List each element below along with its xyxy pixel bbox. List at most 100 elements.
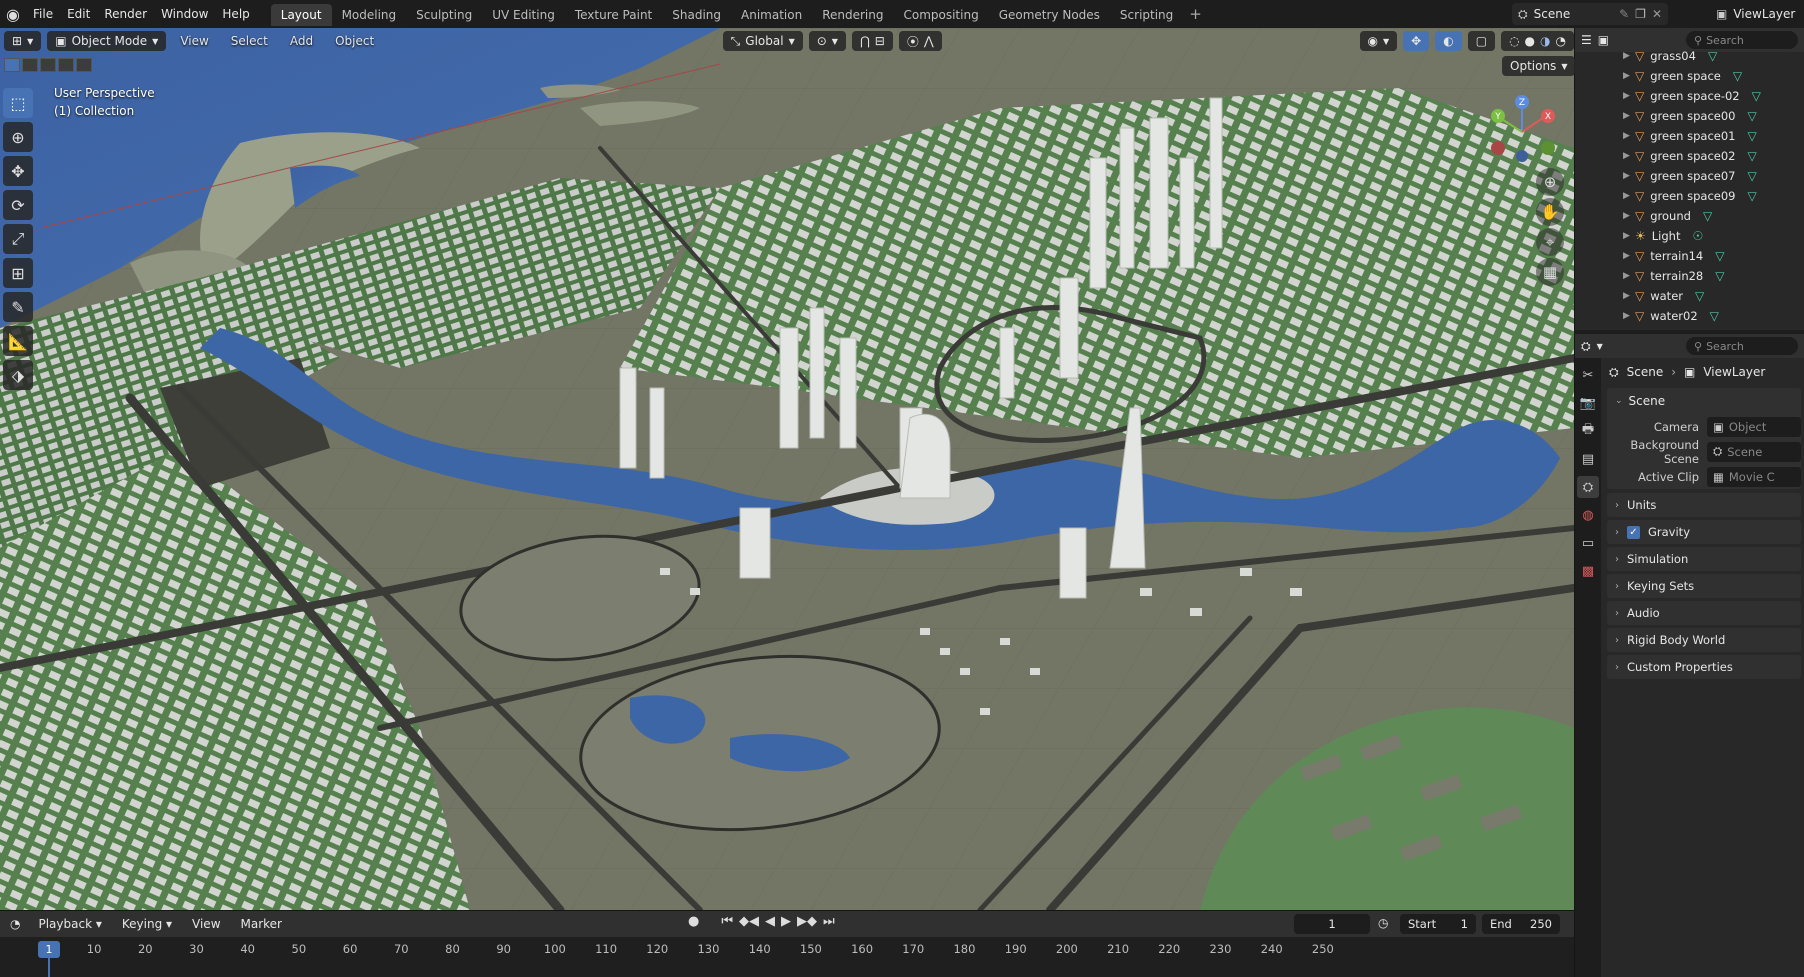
menu-object[interactable]: Object	[327, 34, 382, 48]
pan-hand-icon[interactable]: ✋	[1536, 198, 1564, 226]
mesh-data-icon[interactable]: ▽	[1708, 49, 1717, 63]
outliner-item[interactable]: ▶ ▽ green space02 ▽	[1575, 146, 1804, 166]
outliner-item[interactable]: ▶ ▽ green space00 ▽	[1575, 106, 1804, 126]
jump-keyframe-forward-icon[interactable]: ▶◆	[797, 914, 817, 929]
chevron-right-icon[interactable]: ▶	[1623, 231, 1630, 241]
navigation-gizmo[interactable]: Z X Y	[1482, 92, 1562, 172]
tab-shading[interactable]: Shading	[662, 4, 731, 26]
scene-tab-icon[interactable]: ⛭	[1577, 476, 1599, 498]
active-clip-field[interactable]: ▦ Movie C	[1707, 466, 1801, 487]
tab-uv-editing[interactable]: UV Editing	[482, 4, 565, 26]
neg-z-axis-handle[interactable]	[1516, 150, 1528, 162]
chevron-right-icon[interactable]: ▶	[1623, 311, 1630, 321]
mesh-data-icon[interactable]: ▽	[1695, 289, 1704, 303]
annotate-tool-icon[interactable]: ✎	[3, 292, 33, 322]
rotate-tool-icon[interactable]: ⟳	[3, 190, 33, 220]
mesh-data-icon[interactable]: ▽	[1733, 69, 1742, 83]
playhead-frame-indicator[interactable]: 1	[38, 941, 60, 958]
chevron-right-icon[interactable]: ▶	[1623, 271, 1630, 281]
current-frame-field[interactable]: 1	[1294, 914, 1370, 934]
chevron-right-icon[interactable]: ▶	[1623, 251, 1630, 261]
scene-panel-header[interactable]: ⌄ Scene	[1607, 388, 1801, 414]
outliner-item[interactable]: ▶ ☀ Light ☉	[1575, 226, 1804, 246]
start-frame-field[interactable]: Start 1	[1400, 914, 1476, 934]
menu-edit[interactable]: Edit	[60, 0, 97, 28]
new-scene-icon[interactable]: ❐	[1635, 7, 1646, 21]
add-workspace-button[interactable]: +	[1183, 5, 1208, 23]
tab-layout[interactable]: Layout	[270, 4, 332, 26]
camera-view-icon[interactable]: ⌖	[1536, 228, 1564, 256]
subpanel-rigid-body-world[interactable]: › Rigid Body World	[1607, 628, 1801, 652]
menu-playback[interactable]: Playback ▾	[30, 917, 109, 931]
chevron-right-icon[interactable]: ▶	[1623, 71, 1630, 81]
autokey-record-icon[interactable]: ●	[688, 914, 699, 929]
texture-tab-icon[interactable]: ▩	[1577, 560, 1599, 582]
tab-compositing[interactable]: Compositing	[893, 4, 988, 26]
blender-logo-icon[interactable]: ◉	[0, 0, 26, 28]
background-scene-field[interactable]: ⛭ Scene	[1707, 441, 1801, 462]
world-tab-icon[interactable]: ◍	[1577, 504, 1599, 526]
outliner-item[interactable]: ▶ ▽ green space07 ▽	[1575, 166, 1804, 186]
output-tab-icon[interactable]: 🖶	[1577, 420, 1599, 442]
chevron-right-icon[interactable]: ▶	[1623, 211, 1630, 221]
cursor-tool-icon[interactable]: ⊕	[3, 122, 33, 152]
menu-add[interactable]: Add	[282, 34, 321, 48]
shading-mode-buttons[interactable]: ◌ ● ◑ ◔	[1501, 31, 1574, 51]
xray-toggle[interactable]: ▢	[1467, 31, 1496, 51]
menu-help[interactable]: Help	[215, 0, 256, 28]
transform-orientation-dropdown[interactable]: ⤡ Global ▼	[722, 31, 803, 51]
subpanel-units[interactable]: › Units	[1607, 493, 1801, 517]
editor-type-button[interactable]: ⊞ ▼	[4, 31, 42, 51]
light-data-icon[interactable]: ☉	[1692, 229, 1703, 243]
tool-tab-icon[interactable]: ✂	[1577, 364, 1599, 386]
wireframe-shading-icon[interactable]: ◌	[1509, 34, 1519, 48]
mesh-data-icon[interactable]: ▽	[1715, 269, 1724, 283]
playhead-line[interactable]	[48, 958, 50, 977]
tab-texture-paint[interactable]: Texture Paint	[565, 4, 662, 26]
menu-view[interactable]: View	[184, 917, 228, 931]
chevron-right-icon[interactable]: ▶	[1623, 151, 1630, 161]
zoom-icon[interactable]: ⊕	[1536, 168, 1564, 196]
menu-render[interactable]: Render	[97, 0, 154, 28]
proportional-edit-toggle[interactable]: ⦿ ⋀	[898, 31, 942, 51]
subpanel-simulation[interactable]: › Simulation	[1607, 547, 1801, 571]
properties-search-input[interactable]: ⚲ Search	[1686, 337, 1798, 355]
chevron-right-icon[interactable]: ▶	[1623, 111, 1630, 121]
camera-field[interactable]: ▣ Object	[1707, 416, 1801, 437]
chevron-right-icon[interactable]: ▶	[1623, 131, 1630, 141]
tab-geometry-nodes[interactable]: Geometry Nodes	[989, 4, 1110, 26]
neg-y-axis-handle[interactable]	[1541, 141, 1555, 155]
pin-icon[interactable]: ✎	[1619, 7, 1629, 21]
subpanel-gravity[interactable]: › ✓ Gravity	[1607, 520, 1801, 544]
play-reverse-icon[interactable]: ◀	[765, 914, 775, 929]
select-subtract-icon[interactable]	[40, 58, 56, 72]
end-frame-field[interactable]: End 250	[1482, 914, 1560, 934]
menu-keying[interactable]: Keying ▾	[114, 917, 180, 931]
chevron-right-icon[interactable]: ▶	[1623, 91, 1630, 101]
options-dropdown[interactable]: Options ▼	[1502, 56, 1576, 76]
mesh-data-icon[interactable]: ▽	[1752, 89, 1761, 103]
menu-select[interactable]: Select	[223, 34, 276, 48]
material-shading-icon[interactable]: ◑	[1540, 34, 1550, 48]
mesh-data-icon[interactable]: ▽	[1715, 249, 1724, 263]
jump-keyframe-back-icon[interactable]: ◆◀	[739, 914, 759, 929]
visibility-dropdown[interactable]: ◉ ▼	[1359, 31, 1398, 51]
clock-icon[interactable]: ◷	[1378, 916, 1388, 930]
jump-end-icon[interactable]: ⏭	[823, 914, 835, 929]
mode-dropdown[interactable]: ▣ Object Mode ▼	[47, 31, 167, 51]
chevron-right-icon[interactable]: ▶	[1623, 191, 1630, 201]
subpanel-keying-sets[interactable]: › Keying Sets	[1607, 574, 1801, 598]
menu-window[interactable]: Window	[154, 0, 215, 28]
perspective-grid-icon[interactable]: ▦	[1536, 258, 1564, 286]
mesh-data-icon[interactable]: ▽	[1747, 109, 1756, 123]
mesh-data-icon[interactable]: ▽	[1710, 309, 1719, 323]
overlay-toggle[interactable]: ◐	[1435, 31, 1462, 51]
outliner-item[interactable]: ▶ ▽ grass04 ▽	[1575, 46, 1804, 66]
properties-editor-icon[interactable]: ⛭	[1581, 339, 1591, 354]
scene-selector[interactable]: ⛭ Scene ✎ ❐ ✕	[1512, 3, 1668, 25]
timeline-editor-icon[interactable]: ◔	[4, 917, 26, 931]
outliner-item[interactable]: ▶ ▽ terrain14 ▽	[1575, 246, 1804, 266]
outliner-item[interactable]: ▶ ▽ terrain28 ▽	[1575, 266, 1804, 286]
select-extend-icon[interactable]	[22, 58, 38, 72]
tab-animation[interactable]: Animation	[731, 4, 812, 26]
